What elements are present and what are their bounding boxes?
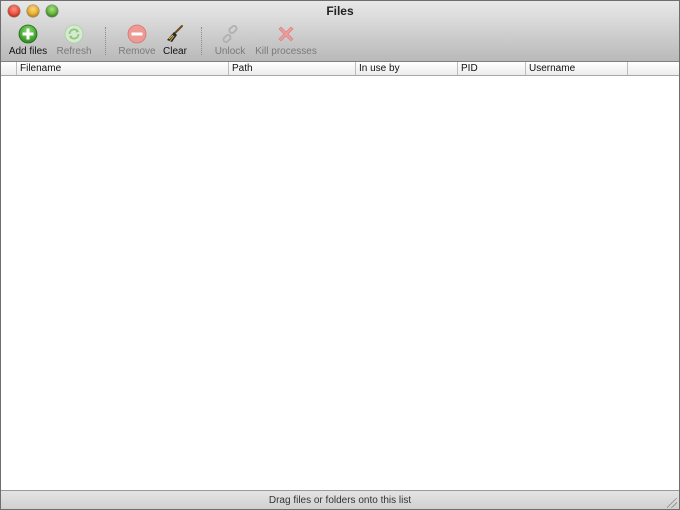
files-window: Files Add files Refresh Remove Clear Unl… <box>0 0 680 510</box>
toolbar-separator <box>201 27 202 55</box>
resize-grip-icon[interactable] <box>667 498 677 508</box>
remove-icon <box>126 23 148 45</box>
remove-button[interactable]: Remove <box>118 23 156 59</box>
column-header-pid[interactable]: PID <box>458 62 526 75</box>
table-header-spacer <box>1 62 17 75</box>
window-title: Files <box>326 4 354 18</box>
drop-hint: Drag files or folders onto this list <box>268 495 412 506</box>
toolbar: Add files Refresh Remove Clear Unlock Ki… <box>1 23 679 59</box>
broken-link-icon <box>219 23 241 45</box>
toolbar-separator <box>105 27 106 55</box>
table-header: Filename Path In use by PID Username <box>1 62 679 76</box>
refresh-label: Refresh <box>56 46 92 57</box>
column-header-path[interactable]: Path <box>229 62 356 75</box>
refresh-icon <box>63 23 85 45</box>
remove-label: Remove <box>118 46 156 57</box>
refresh-button[interactable]: Refresh <box>55 23 93 59</box>
clear-button[interactable]: Clear <box>161 23 189 59</box>
unlock-label: Unlock <box>214 46 246 57</box>
add-icon <box>17 23 39 45</box>
broom-icon <box>164 23 186 45</box>
file-list[interactable] <box>1 76 679 489</box>
status-bar: Drag files or folders onto this list <box>1 490 679 509</box>
column-header-username[interactable]: Username <box>526 62 628 75</box>
window-titlebar: Files Add files Refresh Remove Clear Unl… <box>1 1 679 62</box>
kill-x-icon <box>275 23 297 45</box>
kill-processes-label: Kill processes <box>255 46 317 57</box>
add-files-label: Add files <box>8 46 48 57</box>
kill-processes-button[interactable]: Kill processes <box>253 23 319 59</box>
column-header-in-use-by[interactable]: In use by <box>356 62 458 75</box>
clear-label: Clear <box>163 46 187 57</box>
add-files-button[interactable]: Add files <box>8 23 48 59</box>
unlock-button[interactable]: Unlock <box>213 23 247 59</box>
column-header-filename[interactable]: Filename <box>17 62 229 75</box>
